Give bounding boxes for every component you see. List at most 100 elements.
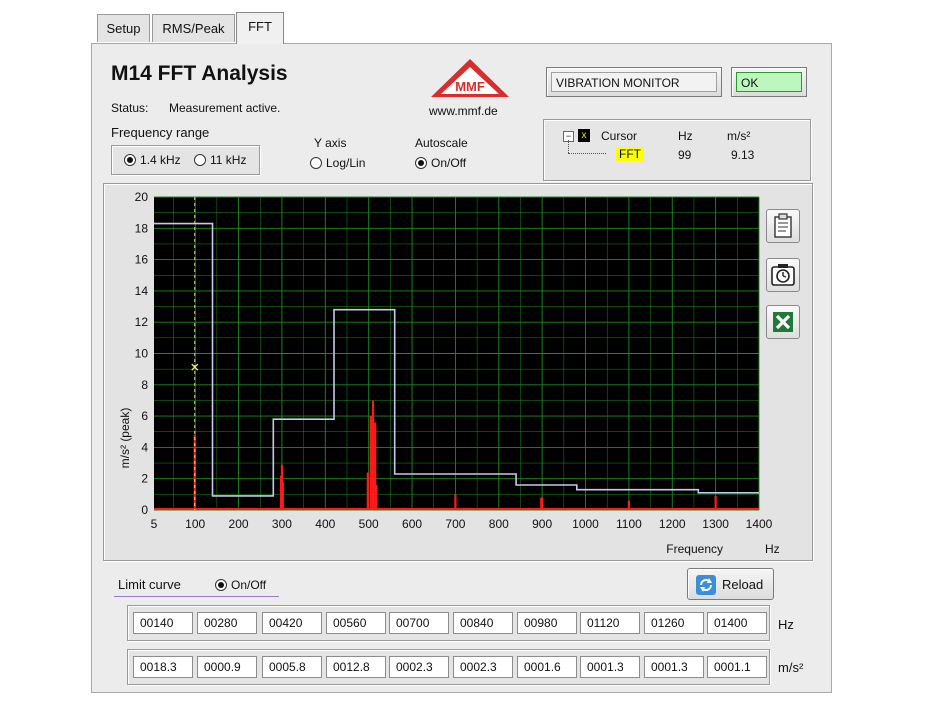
limit-value-field-1[interactable]: 0018.3 — [133, 656, 193, 678]
frequency-unit-label: Hz — [778, 617, 794, 632]
cursor-panel: − x Cursor Hz m/s² FFT 99 9.13 — [543, 119, 811, 181]
cursor-hz-value: 99 — [678, 148, 692, 162]
limit-value-field-6[interactable]: 0002.3 — [453, 656, 513, 678]
excel-export-icon — [773, 312, 793, 332]
y-tick-label: 12 — [135, 315, 149, 329]
radio-1-4khz[interactable]: 1.4 kHz — [124, 153, 181, 167]
cursor-tree-label[interactable]: Cursor — [601, 129, 637, 143]
radio-11khz-indicator — [194, 154, 206, 166]
logo-text: MMF — [455, 79, 485, 94]
clipboard-icon — [774, 213, 792, 238]
y-tick-label: 8 — [141, 378, 148, 392]
tab-fft[interactable]: FFT — [236, 12, 284, 44]
x-tick-label: 700 — [445, 517, 465, 531]
x-tick-label: 300 — [272, 517, 292, 531]
limit-frequency-field-4[interactable]: 00560 — [326, 612, 386, 634]
limit-value-field-7[interactable]: 0001.6 — [517, 656, 577, 678]
limit-value-field-4[interactable]: 0012.8 — [326, 656, 386, 678]
mmf-logo: MMF — [425, 57, 515, 99]
cursor-col-unit: m/s² — [727, 129, 751, 143]
clipboard-button[interactable] — [766, 209, 800, 243]
x-tick-label: 1100 — [616, 517, 642, 531]
limit-frequency-field-3[interactable]: 00420 — [262, 612, 322, 634]
excel-export-button[interactable] — [766, 305, 800, 339]
frequency-range-label: Frequency range — [111, 125, 210, 140]
limit-curve-toggle[interactable]: On/Off — [215, 578, 266, 592]
cursor-col-hz: Hz — [678, 129, 693, 143]
limit-frequency-field-9[interactable]: 01260 — [644, 612, 704, 634]
limit-curve-underline — [114, 596, 279, 597]
fft-chart[interactable]: 0 2 4 6 8 10 12 14 16 18 20 5 100 200 300 400 500 600 700… — [103, 183, 813, 561]
limit-value-field-8[interactable]: 0001.3 — [580, 656, 640, 678]
limit-frequency-field-6[interactable]: 00840 — [453, 612, 513, 634]
limit-frequency-field-8[interactable]: 01120 — [580, 612, 640, 634]
y-tick-label: 18 — [135, 221, 149, 235]
radio-11khz[interactable]: 11 kHz — [194, 153, 246, 167]
autoscale-label: Autoscale — [415, 136, 468, 150]
limit-value-field-3[interactable]: 0005.8 — [262, 656, 322, 678]
y-tick-label: 16 — [135, 253, 149, 267]
cursor-amplitude-value: 9.13 — [731, 148, 755, 162]
y-tick-label: 14 — [135, 284, 149, 298]
x-tick-label: 900 — [532, 517, 552, 531]
limit-frequency-field-10[interactable]: 01400 — [707, 612, 767, 634]
y-tick-label: 2 — [141, 472, 148, 486]
limit-frequency-field-7[interactable]: 00980 — [517, 612, 577, 634]
x-tick-label: 600 — [402, 517, 422, 531]
tab-rms-peak[interactable]: RMS/Peak — [152, 14, 235, 42]
x-axis-title: Frequency — [666, 542, 723, 556]
x-tick-label: 400 — [315, 517, 335, 531]
y-axis-radio-indicator — [310, 157, 322, 169]
x-tick-label: 1300 — [702, 517, 729, 531]
status-label: Status: — [111, 101, 149, 115]
frequency-range-group: 1.4 kHz 11 kHz — [111, 145, 260, 175]
x-axis-unit: Hz — [765, 542, 780, 556]
y-tick-label: 6 — [141, 409, 148, 423]
x-tick-label: 500 — [359, 517, 379, 531]
autoscale-radio-indicator — [415, 157, 427, 169]
limit-frequency-field-1[interactable]: 00140 — [133, 612, 193, 634]
y-tick-label: 0 — [141, 503, 148, 517]
reload-label: Reload — [722, 577, 764, 592]
value-unit-label: m/s² — [778, 660, 804, 675]
vibration-monitor-label: VIBRATION MONITOR — [551, 72, 717, 92]
website-label: www.mmf.de — [429, 104, 498, 118]
y-axis-title: m/s² (peak) — [118, 408, 132, 469]
tree-connector-horizontal — [568, 153, 606, 155]
radio-1-4khz-indicator — [124, 154, 136, 166]
ok-button[interactable]: OK — [731, 67, 807, 97]
cursor-fft-name[interactable]: FFT — [616, 147, 644, 161]
limit-value-field-2[interactable]: 0000.9 — [197, 656, 257, 678]
vibration-monitor-button[interactable]: VIBRATION MONITOR — [546, 67, 722, 97]
reload-icon — [696, 575, 716, 595]
tree-connector — [568, 140, 570, 153]
reload-button[interactable]: Reload — [687, 568, 774, 600]
camera-timer-icon — [771, 264, 795, 286]
autoscale-toggle[interactable]: On/Off — [415, 156, 466, 170]
limit-curve-radio-indicator — [215, 579, 227, 591]
tab-setup[interactable]: Setup — [97, 14, 150, 42]
x-tick-label: 200 — [229, 517, 249, 531]
x-tick-label: 800 — [489, 517, 509, 531]
y-axis-label: Y axis — [314, 136, 347, 150]
limit-frequency-field-5[interactable]: 00700 — [389, 612, 449, 634]
y-tick-label: 20 — [135, 190, 149, 204]
page-title: M14 FFT Analysis — [111, 62, 288, 85]
ok-label: OK — [736, 72, 802, 92]
limit-curve-label: Limit curve — [118, 577, 181, 592]
cursor-marker-icon: x — [578, 129, 590, 142]
y-tick-label: 10 — [135, 347, 149, 361]
x-tick-label: 100 — [185, 517, 205, 531]
limit-value-field-5[interactable]: 0002.3 — [389, 656, 449, 678]
x-tick-label: 1200 — [659, 517, 686, 531]
x-tick-label: 1400 — [746, 517, 773, 531]
snapshot-button[interactable] — [766, 258, 800, 292]
x-tick-label: 5 — [151, 517, 158, 531]
limit-value-field-9[interactable]: 0001.3 — [644, 656, 704, 678]
limit-value-field-10[interactable]: 0001.1 — [707, 656, 767, 678]
y-axis-log-lin-toggle[interactable]: Log/Lin — [310, 156, 365, 170]
status-value: Measurement active. — [169, 101, 281, 115]
y-tick-label: 4 — [141, 440, 148, 454]
x-tick-label: 1000 — [572, 517, 599, 531]
limit-frequency-field-2[interactable]: 00280 — [197, 612, 257, 634]
